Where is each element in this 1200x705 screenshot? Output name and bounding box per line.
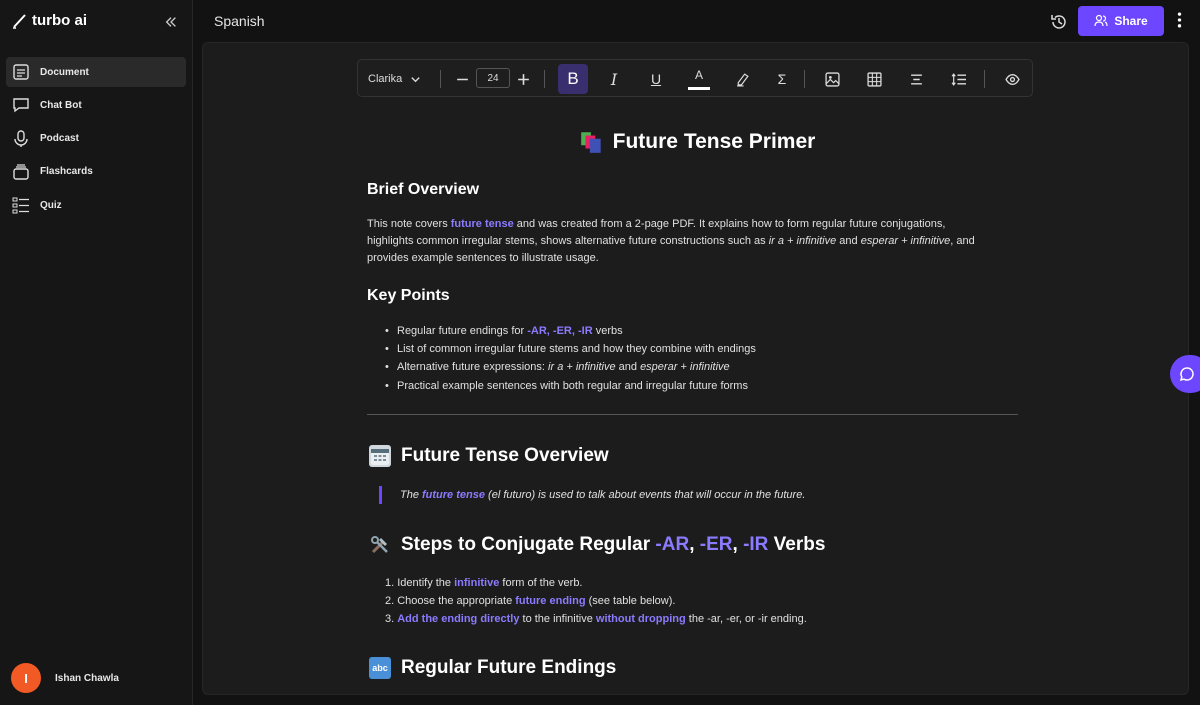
app-logo[interactable]: turbo ai (12, 12, 87, 29)
decrease-font-size-button[interactable] (454, 60, 470, 98)
formula-button[interactable]: Σ (772, 60, 792, 98)
underline-button[interactable]: U (646, 60, 666, 98)
font-family-select[interactable]: Clarika (368, 60, 424, 98)
microphone-icon (14, 129, 28, 147)
divider (367, 414, 1018, 415)
insert-image-button[interactable] (822, 60, 842, 98)
table-icon (866, 71, 882, 87)
highlighter-icon (736, 72, 749, 87)
align-center-icon (910, 74, 922, 84)
list-item: Practical example sentences with both re… (385, 377, 756, 395)
conjugation-steps-list: 1. Identify the infinitive form of the v… (385, 574, 807, 629)
share-label: Share (1114, 14, 1148, 28)
chat-bubble-icon (1179, 367, 1194, 382)
double-chevron-left-icon (165, 17, 176, 27)
image-icon (824, 71, 840, 87)
tools-emoji-icon (369, 534, 391, 556)
share-button[interactable]: Share (1078, 6, 1164, 36)
formatting-toolbar: Clarika 24 B I U A Σ (357, 59, 1033, 97)
sidebar-item-label: Podcast (40, 133, 79, 145)
line-spacing-icon (951, 72, 966, 86)
definition-quote: The future tense (el futuro) is used to … (379, 486, 805, 504)
line-spacing-button[interactable] (948, 60, 968, 98)
checklist-icon (12, 197, 29, 214)
list-item: 3. Add the ending directly to the infini… (385, 613, 807, 626)
conjugation-steps-heading: Steps to Conjugate Regular -AR, -ER, -IR… (369, 534, 825, 556)
key-points-heading: Key Points (367, 287, 450, 304)
calendar-emoji-icon (369, 445, 391, 467)
toolbar-divider (804, 70, 805, 88)
list-item: Alternative future expressions: ir a + i… (385, 358, 756, 376)
toolbar-divider (440, 70, 441, 88)
books-emoji-icon (580, 132, 601, 153)
eye-icon (1004, 73, 1020, 85)
sidebar-item-label: Document (40, 66, 89, 78)
sidebar-item-podcast[interactable]: Podcast (6, 124, 186, 154)
user-profile[interactable]: I Ishan Chawla (11, 663, 119, 693)
list-item: List of common irregular future stems an… (385, 340, 756, 358)
overview-paragraph: This note covers future tense and was cr… (367, 218, 975, 264)
sidebar-nav: Document Chat Bot Podcast Flashcards Qui… (6, 57, 186, 223)
abc-emoji-icon: abc (369, 657, 391, 679)
font-size-input[interactable]: 24 (476, 68, 510, 88)
toolbar-divider (984, 70, 985, 88)
collapse-sidebar-button[interactable] (162, 13, 180, 31)
chevron-down-icon (411, 76, 420, 82)
document-icon (13, 64, 29, 80)
future-tense-overview-heading: Future Tense Overview (369, 445, 609, 467)
sidebar-item-label: Flashcards (40, 166, 93, 178)
sidebar-item-label: Chat Bot (40, 99, 82, 111)
minus-icon (456, 78, 468, 80)
italic-button[interactable]: I (604, 60, 624, 98)
sidebar-item-flashcards[interactable]: Flashcards (6, 157, 186, 187)
text-color-button[interactable]: A (688, 62, 710, 90)
sidebar: turbo ai Document Chat Bot Podcast Flash… (0, 0, 193, 705)
toolbar-divider (544, 70, 545, 88)
open-chat-button[interactable] (1170, 355, 1200, 393)
list-item: 1. Identify the infinitive form of the v… (385, 577, 583, 589)
brief-overview-heading: Brief Overview (367, 181, 480, 198)
kebab-menu-icon (1177, 12, 1181, 28)
users-icon (1094, 14, 1108, 27)
sidebar-item-chat-bot[interactable]: Chat Bot (6, 90, 186, 120)
sidebar-item-label: Quiz (40, 199, 62, 211)
editor-panel: Clarika 24 B I U A Σ Future Tense Primer… (202, 42, 1189, 695)
user-name: Ishan Chawla (55, 672, 119, 684)
key-points-list: Regular future endings for -AR, -ER, -IR… (385, 322, 756, 395)
sidebar-item-document[interactable]: Document (6, 57, 186, 87)
highlight-button[interactable] (732, 60, 752, 98)
history-icon (1051, 15, 1066, 29)
plus-icon (517, 73, 529, 85)
regular-endings-heading: abc Regular Future Endings (369, 657, 616, 679)
font-family-value: Clarika (368, 73, 403, 85)
increase-font-size-button[interactable] (515, 60, 531, 98)
page-title: Spanish (214, 13, 265, 29)
pen-logo-icon (13, 13, 26, 29)
more-options-button[interactable] (1172, 10, 1186, 34)
insert-table-button[interactable] (864, 60, 884, 98)
preview-button[interactable] (1002, 60, 1022, 98)
list-item: Regular future endings for -AR, -ER, -IR… (385, 322, 756, 340)
bold-button[interactable]: B (558, 64, 588, 94)
app-name: turbo ai (32, 12, 87, 29)
sidebar-item-quiz[interactable]: Quiz (6, 190, 186, 220)
history-button[interactable] (1049, 12, 1069, 32)
avatar: I (11, 663, 41, 693)
align-button[interactable] (906, 60, 926, 98)
cards-icon (13, 164, 29, 180)
list-item: 2. Choose the appropriate future ending … (385, 595, 676, 608)
document-title: Future Tense Primer (367, 129, 1027, 155)
chat-icon (13, 98, 29, 113)
